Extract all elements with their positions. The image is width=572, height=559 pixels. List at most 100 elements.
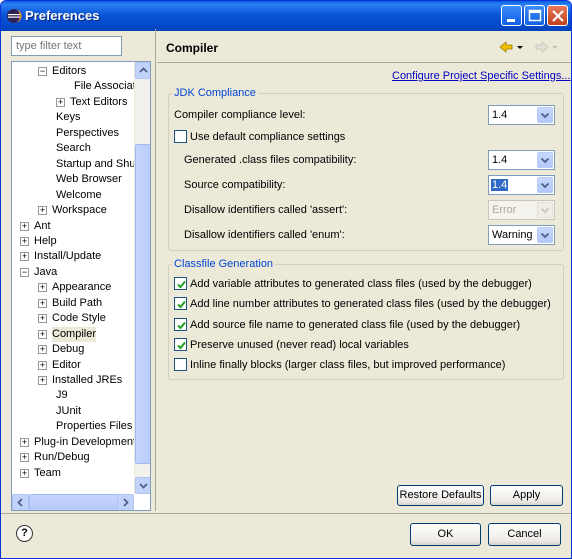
disallow-enum-combo[interactable]: Warning [488, 225, 555, 245]
collapse-icon[interactable]: − [20, 267, 29, 277]
preferences-tree[interactable]: − Editors File Associatio + Text Editors Keys… [11, 61, 151, 511]
tree-item-label: Perspectives [56, 126, 119, 139]
tree-item-label: Web Browser [56, 173, 122, 186]
checkmark-icon [177, 321, 186, 330]
disallow-enum-value: Warning [492, 229, 533, 241]
header-separator [157, 62, 571, 63]
restore-defaults-button[interactable]: Restore Defaults [397, 485, 484, 506]
close-button[interactable] [547, 5, 568, 26]
tree-item-label: Search [56, 142, 91, 155]
expand-icon[interactable]: + [20, 236, 29, 246]
jdk-compliance-title: JDK Compliance [172, 87, 258, 99]
preferences-window: Preferences −EditorsFile Associatio+Text… [0, 0, 572, 559]
expand-icon[interactable]: + [38, 298, 47, 308]
tree-item-label: Compiler [52, 326, 97, 342]
scroll-right-button[interactable] [117, 494, 134, 510]
expand-icon[interactable]: + [38, 329, 47, 339]
collapse-icon[interactable]: − [38, 67, 47, 76]
tree-item-label: Editors [52, 65, 87, 77]
classfile-generation-title: Classfile Generation [172, 258, 276, 270]
class-compat-value: 1.4 [492, 154, 508, 166]
minimize-button[interactable] [501, 5, 522, 26]
expand-icon[interactable]: + [20, 252, 29, 262]
chevron-down-icon[interactable] [537, 177, 553, 193]
expand-icon[interactable]: + [38, 314, 47, 324]
tree-item-label: Ant [34, 219, 51, 232]
classfile-option-checkbox[interactable] [174, 317, 187, 331]
expand-icon[interactable]: + [20, 437, 29, 447]
tree-item-label: Text Editors [70, 95, 128, 108]
configure-project-settings-link[interactable]: Configure Project Specific Settings... [392, 70, 571, 82]
compliance-level-value: 1.4 [492, 109, 508, 121]
chevron-down-icon[interactable] [537, 107, 553, 123]
tree-item-label: Build Path [52, 296, 103, 309]
compliance-level-label: Compiler compliance level: [174, 109, 306, 121]
scroll-up-button[interactable] [135, 62, 150, 79]
ok-button[interactable]: OK [410, 523, 481, 546]
tree-vertical-scrollbar[interactable] [134, 62, 150, 494]
tree-item-label: Welcome [56, 188, 102, 201]
expand-icon[interactable]: + [20, 453, 29, 463]
cancel-button[interactable]: Cancel [488, 523, 561, 546]
tree-horizontal-scrollbar[interactable] [12, 494, 134, 510]
checkmark-icon [177, 301, 186, 309]
tree-item-label: J9 [56, 389, 68, 402]
class-compat-label: Generated .class files compatibility: [184, 154, 357, 166]
disallow-assert-combo[interactable]: Error [488, 200, 555, 220]
classfile-option-label: Preserve unused (never read) local varia… [190, 338, 409, 351]
classfile-option-label: Add variable attributes to generated cla… [190, 278, 532, 290]
classfile-option-checkbox[interactable] [174, 358, 187, 372]
tree-item-label: Team [34, 466, 61, 479]
classfile-option-label: Inline finally blocks (larger class file… [190, 359, 506, 372]
chevron-down-icon[interactable] [537, 152, 553, 168]
scroll-left-button[interactable] [12, 494, 29, 510]
checkmark-icon [177, 341, 186, 350]
compliance-level-combo[interactable]: 1.4 [488, 105, 555, 125]
disallow-assert-label: Disallow identifiers called 'assert': [184, 204, 348, 216]
expand-icon[interactable]: + [38, 283, 47, 293]
tree-item-label: JUnit [56, 404, 82, 417]
apply-button[interactable]: Apply [490, 485, 563, 506]
chevron-down-icon [537, 202, 553, 218]
expand-icon[interactable]: + [56, 97, 65, 107]
tree-item-label: Help [34, 234, 57, 247]
classfile-option-label: Add line number attributes to generated … [190, 298, 551, 311]
expand-icon[interactable]: + [20, 221, 29, 231]
expand-icon[interactable]: + [38, 376, 47, 385]
classfile-option-checkbox[interactable] [174, 297, 187, 311]
filter-input[interactable] [11, 36, 122, 56]
help-icon[interactable]: ? [16, 525, 33, 542]
tree-item-label: Java [34, 265, 58, 278]
expand-icon[interactable]: + [38, 206, 47, 216]
title-bar[interactable]: Preferences [1, 1, 571, 31]
tree-item-label: Plug-in Development [34, 435, 137, 448]
class-compat-combo[interactable]: 1.4 [488, 150, 555, 170]
page-title: Compiler [166, 41, 219, 55]
eclipse-icon [6, 8, 22, 24]
expand-icon[interactable]: + [38, 345, 47, 355]
scroll-down-button[interactable] [135, 477, 150, 494]
classfile-option-checkbox[interactable] [174, 277, 187, 290]
chevron-down-icon[interactable] [537, 227, 553, 243]
tree-item-label: Installed JREs [52, 374, 123, 386]
tree-item-label: Startup and Shutd [56, 157, 145, 170]
footer-separator [1, 513, 571, 514]
use-default-compliance-label: Use default compliance settings [190, 131, 346, 143]
disallow-assert-value: Error [492, 204, 517, 216]
window-title: Preferences [25, 8, 100, 23]
maximize-button[interactable] [524, 5, 545, 26]
horizontal-scroll-thumb[interactable] [29, 494, 119, 510]
tree-item-label: Keys [56, 111, 81, 124]
pane-divider[interactable] [155, 29, 156, 511]
source-compat-value: 1.4 [491, 179, 509, 191]
source-compat-combo[interactable]: 1.4 [488, 175, 555, 195]
classfile-option-checkbox[interactable] [174, 337, 187, 351]
use-default-compliance-checkbox[interactable] [174, 130, 187, 143]
scroll-thumb[interactable] [135, 144, 150, 464]
expand-icon[interactable]: + [20, 468, 29, 478]
tree-item-label: Code Style [52, 312, 106, 325]
back-arrow-icon[interactable] [498, 40, 558, 54]
expand-icon[interactable]: + [38, 360, 47, 370]
tree-item-label: Debug [52, 343, 85, 356]
tree-item-label: Install/Update [34, 250, 102, 263]
